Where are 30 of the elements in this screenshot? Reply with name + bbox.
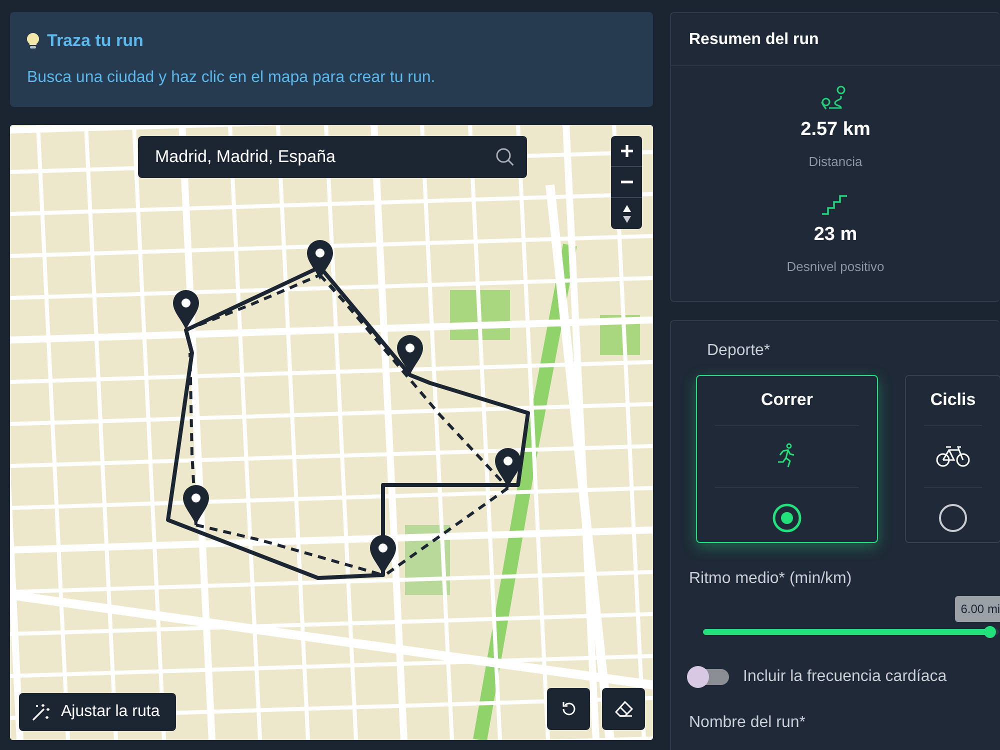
radio-button[interactable] (772, 502, 802, 532)
heart-rate-toggle[interactable] (689, 669, 729, 685)
stat-label: Desnivel positivo (786, 258, 884, 276)
lightbulb-icon (27, 32, 39, 49)
undo-button[interactable] (547, 688, 590, 730)
stat-value: 23 m (814, 223, 858, 247)
summary-title: Resumen del run (671, 13, 1000, 66)
bicycle-icon (936, 444, 970, 468)
pace-tooltip: 6.00 mi (954, 596, 1000, 622)
pace-label: Ritmo medio* (min/km) (689, 569, 853, 589)
compass-icon (622, 204, 632, 224)
hint-title: Traza tu run (47, 30, 144, 52)
plus-icon (620, 144, 634, 158)
eraser-icon (614, 700, 634, 718)
stat-label: Distancia (808, 152, 862, 170)
search-bar[interactable]: Madrid, Madrid, España (138, 136, 527, 178)
radio-button[interactable] (938, 502, 968, 532)
search-field[interactable]: Madrid, Madrid, España (155, 144, 495, 170)
route-drawing[interactable] (166, 240, 530, 580)
sport-label: Deporte* (706, 341, 772, 361)
adjust-route-button[interactable]: Ajustar la ruta (19, 693, 176, 731)
magic-wand-icon (31, 702, 51, 722)
eraser-button[interactable] (602, 688, 645, 730)
stat-value: 2.57 km (800, 118, 870, 142)
heart-rate-label: Incluir la frecuencia cardíaca (743, 667, 947, 687)
sport-option[interactable]: Ciclis (905, 375, 1000, 543)
sport-option[interactable]: Correr (696, 375, 878, 543)
run-name-label: Nombre del run* (689, 713, 806, 733)
search-icon (495, 147, 515, 167)
hint-text: Busca una ciudad y haz clic en el mapa para crear tu run. (27, 68, 436, 88)
